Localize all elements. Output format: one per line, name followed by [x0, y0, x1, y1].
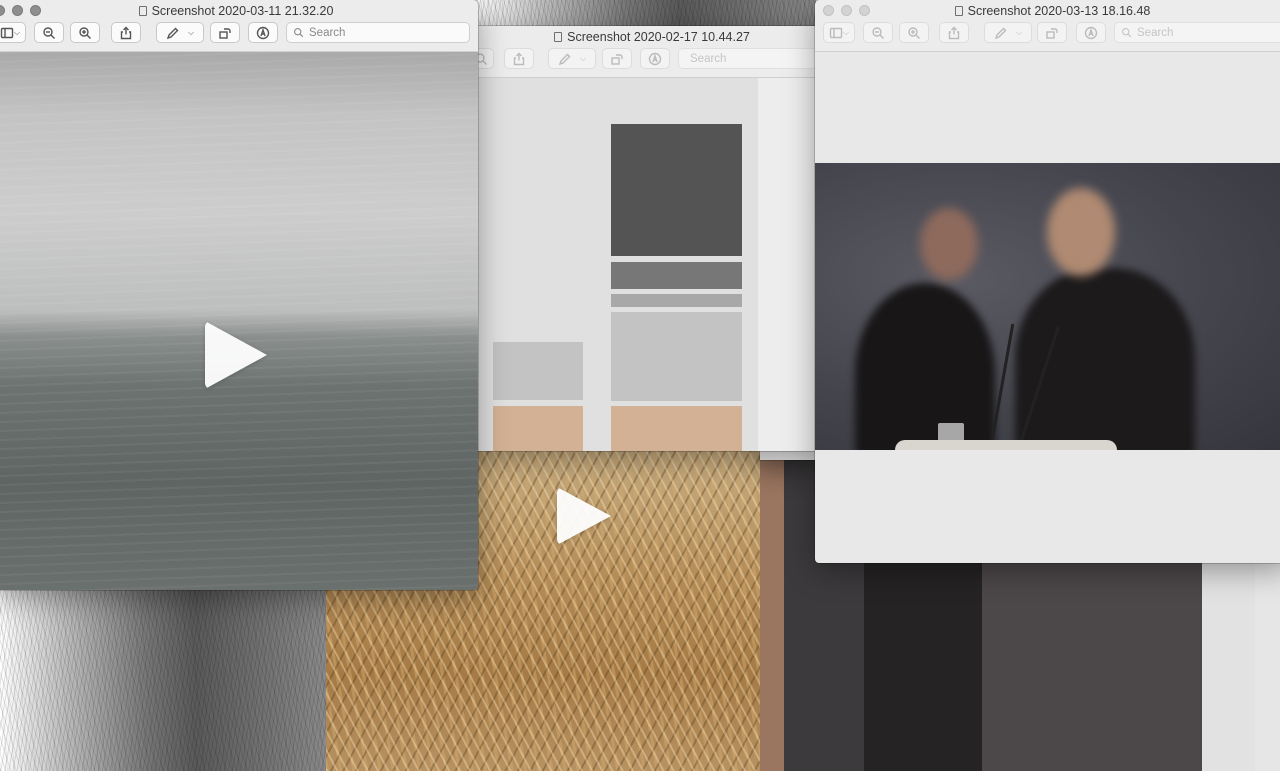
window-title-text: Screenshot 2020-03-11 21.32.20	[151, 4, 334, 18]
swatch-pale	[611, 312, 742, 401]
share-icon	[513, 52, 525, 65]
search-field[interactable]	[1114, 22, 1280, 43]
chevron-down-icon: ⌵	[187, 27, 195, 37]
markup-pen-icon	[994, 27, 1007, 39]
share-button[interactable]	[504, 48, 534, 69]
swatch-tan	[611, 406, 742, 451]
window-title-text: Screenshot 2020-03-13 18.16.48	[967, 4, 1151, 18]
sidebar-toggle-button[interactable]: ⌵	[0, 22, 26, 43]
document-icon	[554, 32, 563, 42]
annotate-button[interactable]	[1076, 22, 1106, 43]
window-title: Screenshot 2020-03-11 21.32.20	[0, 4, 478, 18]
person-left-head	[920, 208, 978, 280]
preview-window-press[interactable]: Screenshot 2020-03-13 18.16.48 ⌵ ⌵	[815, 0, 1280, 563]
annotate-button[interactable]	[248, 22, 278, 43]
sidebar-icon	[0, 27, 14, 38]
markup-button[interactable]: ⌵	[548, 48, 596, 69]
search-field[interactable]	[286, 22, 470, 43]
palette-window-titlebar: Screenshot 2020-02-17 10.44.27 ⌵	[462, 26, 822, 78]
chevron-down-icon: ⌵	[13, 27, 21, 37]
rotate-button[interactable]	[210, 22, 240, 43]
zoom-in-icon	[908, 26, 920, 39]
markup-button[interactable]: ⌵	[156, 22, 204, 43]
share-button[interactable]	[939, 22, 969, 43]
swatch-mid	[611, 262, 742, 289]
chevron-down-icon: ⌵	[842, 27, 850, 37]
sidebar-toggle-button[interactable]: ⌵	[823, 22, 855, 43]
search-input[interactable]	[690, 52, 822, 65]
person-left	[855, 283, 995, 450]
search-icon	[1122, 28, 1132, 38]
zoom-out-icon	[872, 26, 884, 39]
document-icon	[138, 6, 147, 16]
annotate-icon	[256, 26, 270, 39]
annotate-icon	[1084, 26, 1098, 39]
play-icon[interactable]	[557, 487, 611, 545]
window-title: Screenshot 2020-02-17 10.44.27	[502, 30, 802, 44]
search-input[interactable]	[309, 26, 459, 39]
sea-window-titlebar: Screenshot 2020-03-11 21.32.20 ⌵ ⌵	[0, 0, 478, 52]
search-icon	[294, 28, 304, 38]
markup-pen-icon	[166, 27, 179, 39]
rotate-button[interactable]	[1037, 22, 1067, 43]
window-title-text: Screenshot 2020-02-17 10.44.27	[567, 30, 750, 44]
share-icon	[120, 26, 132, 39]
search-input[interactable]	[1137, 26, 1280, 39]
swatch-tan-small	[493, 406, 583, 451]
rotate-icon	[1046, 27, 1058, 39]
preview-window-sea[interactable]: Screenshot 2020-03-11 21.32.20 ⌵ ⌵	[0, 0, 478, 590]
person-right-head	[1047, 188, 1115, 276]
press-window-titlebar: Screenshot 2020-03-13 18.16.48 ⌵ ⌵	[815, 0, 1280, 52]
sidebar-icon	[829, 27, 843, 38]
zoom-in-icon	[79, 26, 91, 39]
preview-window-palette[interactable]: Screenshot 2020-02-17 10.44.27 ⌵	[462, 26, 822, 451]
markup-button[interactable]: ⌵	[984, 22, 1032, 43]
swatch-dark	[611, 124, 742, 256]
background-right-strip	[1255, 560, 1280, 771]
swatch-light	[611, 294, 742, 307]
person-right	[1015, 268, 1195, 450]
rotate-icon	[219, 27, 231, 39]
scribble-drawing-bottom	[0, 588, 326, 771]
share-icon	[948, 26, 960, 39]
chevron-down-icon: ⌵	[579, 53, 587, 63]
window-title: Screenshot 2020-03-13 18.16.48	[815, 4, 1280, 18]
markup-pen-icon	[558, 53, 571, 65]
rotate-icon	[611, 53, 623, 65]
swatch-pale-small	[493, 342, 583, 400]
press-conference-frame	[815, 163, 1280, 450]
annotate-button[interactable]	[640, 48, 670, 69]
play-icon[interactable]	[205, 321, 267, 389]
zoom-out-icon	[43, 26, 55, 39]
zoom-in-button[interactable]	[70, 22, 100, 43]
zoom-in-button[interactable]	[899, 22, 929, 43]
zoom-out-button[interactable]	[863, 22, 893, 43]
zoom-out-button[interactable]	[34, 22, 64, 43]
document-icon	[954, 6, 963, 16]
share-button[interactable]	[111, 22, 141, 43]
search-field[interactable]	[678, 48, 822, 69]
palette-canvas-right	[758, 78, 822, 451]
rotate-button[interactable]	[602, 48, 632, 69]
chevron-down-icon: ⌵	[1015, 27, 1023, 37]
lectern	[895, 440, 1117, 450]
annotate-icon	[648, 52, 662, 65]
